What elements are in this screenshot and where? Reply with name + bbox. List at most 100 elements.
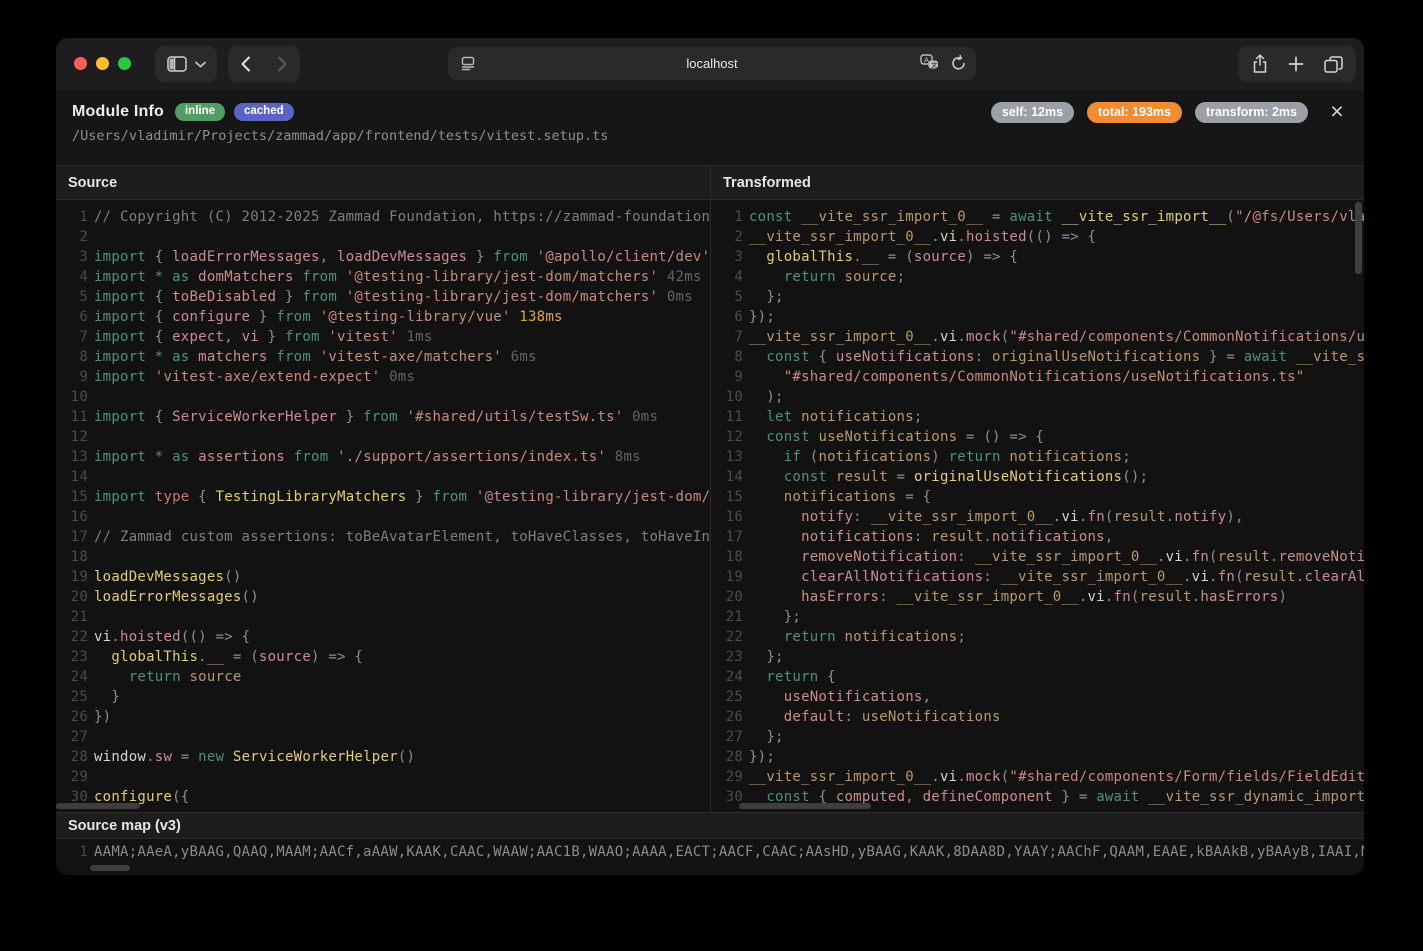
code-line: 17 notifications: result.notifications, (711, 527, 1364, 547)
timing-badges: self: 12mstotal: 193mstransform: 2ms (991, 102, 1308, 123)
line-number: 24 (56, 667, 88, 687)
line-number: 11 (56, 407, 88, 427)
line-number: 19 (56, 567, 88, 587)
line-number: 2 (711, 227, 743, 247)
line-number: 19 (711, 567, 743, 587)
close-icon: × (1330, 98, 1343, 125)
reload-icon[interactable] (951, 55, 966, 71)
plus-icon (1288, 56, 1304, 72)
transformed-vscrollbar[interactable] (1355, 202, 1362, 274)
back-button[interactable] (228, 46, 264, 82)
line-number: 4 (56, 267, 88, 287)
code-line: 29__vite_ssr_import_0__.vi.mock("#shared… (711, 767, 1364, 787)
chevron-right-icon (277, 56, 287, 72)
share-button[interactable] (1252, 54, 1268, 74)
close-window-button[interactable] (74, 57, 87, 70)
code-line: 1// Copyright (C) 2012-2025 Zammad Found… (56, 207, 710, 227)
transformed-code-area: 1const __vite_ssr_import_0__ = await __v… (711, 200, 1364, 812)
sourcemap-body: 1 AAMA;AAeA,yBAAG,QAAQ,MAAM;AACf,aAAW,KA… (56, 839, 1364, 874)
code-line: 30configure({ (56, 787, 710, 807)
code-line: 8 const { useNotifications: originalUseN… (711, 347, 1364, 367)
code-line: 6}); (711, 307, 1364, 327)
line-number: 2 (56, 227, 88, 247)
transformed-hscrollbar[interactable] (739, 803, 871, 809)
line-number: 15 (711, 487, 743, 507)
toolbar-right-buttons (1238, 46, 1356, 82)
tabs-overview-button[interactable] (1324, 56, 1343, 73)
nav-buttons (228, 46, 300, 82)
line-number: 22 (56, 627, 88, 647)
line-number: 12 (56, 427, 88, 447)
code-line: 16 (56, 507, 710, 527)
tabs-icon (1324, 56, 1343, 73)
code-line: 6import { configure } from '@testing-lib… (56, 307, 710, 327)
url-bar[interactable]: localhost A 文 (448, 47, 976, 80)
code-line: 24 return { (711, 667, 1364, 687)
close-button[interactable]: × (1323, 97, 1351, 125)
forward-button[interactable] (264, 46, 300, 82)
line-number: 5 (56, 287, 88, 307)
sidebar-toggle-button[interactable] (155, 46, 217, 82)
line-number: 6 (711, 307, 743, 327)
code-line: 14 (56, 467, 710, 487)
code-line: 21 (56, 607, 710, 627)
traffic-lights (74, 57, 131, 70)
page-settings-icon[interactable] (460, 55, 476, 71)
line-number: 25 (56, 687, 88, 707)
code-line: 19loadDevMessages() (56, 567, 710, 587)
line-number: 1 (711, 207, 743, 227)
code-line: 22 return notifications; (711, 627, 1364, 647)
code-line: 27 (56, 727, 710, 747)
code-line: 17// Zammad custom assertions: toBeAvata… (56, 527, 710, 547)
line-number: 25 (711, 687, 743, 707)
code-line: 5 }; (711, 287, 1364, 307)
svg-text:A: A (924, 55, 929, 64)
new-tab-button[interactable] (1288, 56, 1304, 72)
share-icon (1252, 54, 1268, 74)
code-line: 15import type { TestingLibraryMatchers }… (56, 487, 710, 507)
code-panels: Source 1// Copyright (C) 2012-2025 Zamma… (56, 166, 1364, 812)
source-hscrollbar[interactable] (56, 803, 140, 809)
code-line: 10 ); (711, 387, 1364, 407)
line-number: 28 (711, 747, 743, 767)
line-number: 27 (711, 727, 743, 747)
code-line: 12 const useNotifications = () => { (711, 427, 1364, 447)
line-number: 21 (56, 607, 88, 627)
line-number: 4 (711, 267, 743, 287)
line-number: 7 (56, 327, 88, 347)
sourcemap-hscrollbar[interactable] (90, 865, 130, 871)
line-number: 8 (711, 347, 743, 367)
source-code-area: 1// Copyright (C) 2012-2025 Zammad Found… (56, 200, 710, 812)
code-line: 27 }; (711, 727, 1364, 747)
code-line: 26 default: useNotifications (711, 707, 1364, 727)
code-line: 24 return source (56, 667, 710, 687)
code-line: 16 notify: __vite_ssr_import_0__.vi.fn(r… (711, 507, 1364, 527)
line-number: 3 (711, 247, 743, 267)
line-number: 16 (56, 507, 88, 527)
code-line: 7__vite_ssr_import_0__.vi.mock("#shared/… (711, 327, 1364, 347)
line-number: 11 (711, 407, 743, 427)
module-badges: inlinecached (175, 103, 294, 121)
code-line: 26}) (56, 707, 710, 727)
svg-text:文: 文 (931, 60, 938, 69)
line-number: 29 (711, 767, 743, 787)
line-number: 29 (56, 767, 88, 787)
code-line: 2__vite_ssr_import_0__.vi.hoisted(() => … (711, 227, 1364, 247)
line-number: 20 (711, 587, 743, 607)
minimize-window-button[interactable] (96, 57, 109, 70)
line-number: 5 (711, 287, 743, 307)
chevron-down-icon (195, 61, 206, 68)
code-line: 25 useNotifications, (711, 687, 1364, 707)
line-number: 8 (56, 347, 88, 367)
code-line: 11import { ServiceWorkerHelper } from '#… (56, 407, 710, 427)
line-number: 10 (711, 387, 743, 407)
code-line: 29 (56, 767, 710, 787)
code-line: 13 if (notifications) return notificatio… (711, 447, 1364, 467)
line-number: 28 (56, 747, 88, 767)
code-line: 18 (56, 547, 710, 567)
code-line: 21 }; (711, 607, 1364, 627)
code-line: 9import 'vitest-axe/extend-expect' 0ms (56, 367, 710, 387)
code-line: 23 }; (711, 647, 1364, 667)
zoom-window-button[interactable] (118, 57, 131, 70)
translate-icon[interactable]: A 文 (920, 54, 939, 71)
